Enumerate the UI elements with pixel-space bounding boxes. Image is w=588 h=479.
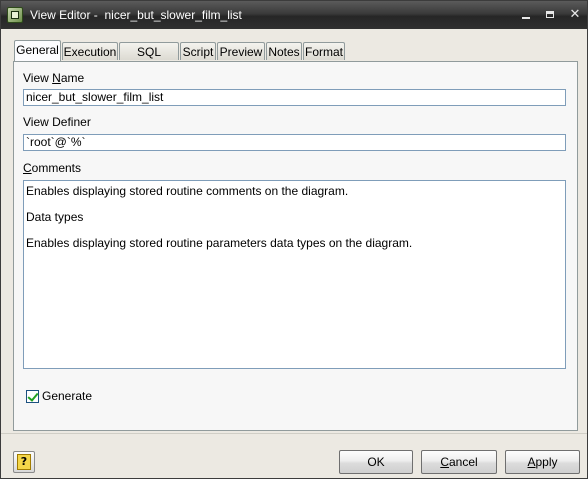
help-icon: ? <box>17 454 31 470</box>
footer-divider <box>1 433 587 434</box>
tab-sql-query[interactable]: SQL Query <box>119 42 179 77</box>
view-definer-field[interactable]: `root`@`%` <box>23 134 566 151</box>
generate-checkbox[interactable] <box>26 390 39 403</box>
ok-button[interactable]: OK <box>339 450 413 474</box>
tab-general[interactable]: General <box>14 40 61 61</box>
app-icon <box>7 7 23 23</box>
tab-preview[interactable]: Preview <box>217 42 265 60</box>
tab-execution[interactable]: Execution <box>62 42 118 60</box>
comment-line: Enables displaying stored routine parame… <box>26 236 413 250</box>
help-button[interactable]: ? <box>13 451 35 473</box>
view-name-field[interactable]: nicer_but_slower_film_list <box>23 89 566 106</box>
general-tab-panel: View Name nicer_but_slower_film_list Vie… <box>13 61 578 431</box>
close-icon[interactable]: ✕ <box>567 7 583 23</box>
maximize-icon[interactable] <box>543 7 559 23</box>
view-editor-window: View Editor - nicer_but_slower_film_list… <box>0 0 588 479</box>
comments-textarea[interactable]: Enables displaying stored routine commen… <box>23 180 566 369</box>
apply-button[interactable]: Apply <box>505 450 580 474</box>
comment-line: Enables displaying stored routine commen… <box>26 184 349 198</box>
comment-line: Data types <box>26 210 84 224</box>
tab-format[interactable]: Format <box>303 42 345 60</box>
minimize-icon[interactable] <box>518 7 534 23</box>
cancel-button[interactable]: Cancel <box>421 450 497 474</box>
title-bar[interactable]: View Editor - nicer_but_slower_film_list… <box>1 1 587 29</box>
generate-label[interactable]: Generate <box>42 389 92 403</box>
dialog-client: General Execution SQL Query Script Previ… <box>1 29 587 478</box>
view-definer-label: View Definer <box>23 115 91 129</box>
comments-label: Comments <box>23 161 82 175</box>
tab-notes[interactable]: Notes <box>266 42 302 60</box>
view-name-label: View Name <box>23 71 85 85</box>
tab-script[interactable]: Script <box>180 42 216 60</box>
window-title: View Editor - nicer_but_slower_film_list <box>30 8 242 22</box>
